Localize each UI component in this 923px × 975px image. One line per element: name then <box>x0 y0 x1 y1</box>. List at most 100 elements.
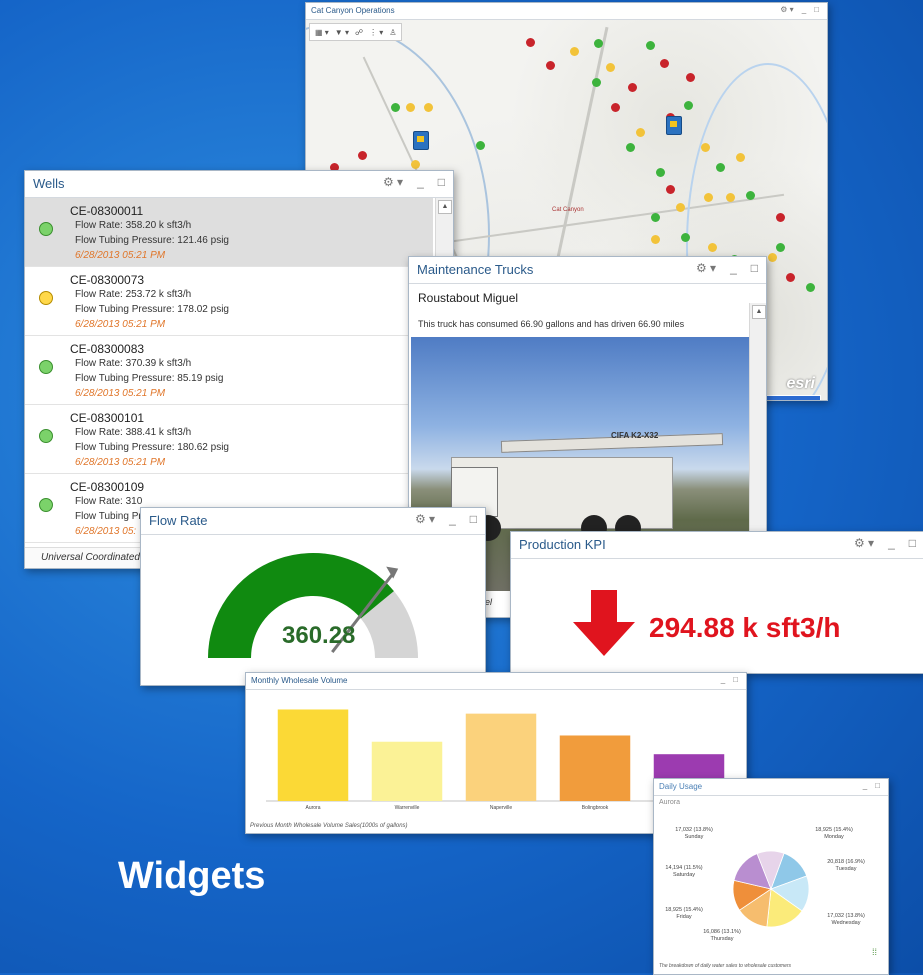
settings-icon[interactable]: ⚙ ▾ <box>780 5 793 14</box>
legend-toggle-icon[interactable]: ⁞⁞ <box>872 947 877 957</box>
minimize-icon[interactable]: _ <box>888 536 895 550</box>
well-marker-icon[interactable] <box>648 210 663 225</box>
settings-icon[interactable]: ⚙ ▾ <box>383 175 403 189</box>
list-item[interactable]: CE-08300083 Flow Rate: 370.39 k sft3/h F… <box>25 336 433 405</box>
truck-marker-icon[interactable] <box>666 116 682 135</box>
well-marker-icon[interactable] <box>765 250 780 265</box>
maximize-icon[interactable]: □ <box>909 536 916 550</box>
maximize-icon[interactable]: □ <box>751 261 758 275</box>
map-title: Cat Canyon Operations <box>311 6 395 15</box>
well-status-icon <box>36 357 56 377</box>
list-item[interactable]: CE-08300101 Flow Rate: 388.41 k sft3/h F… <box>25 405 433 474</box>
truck-name: Roustabout Miguel <box>418 291 519 305</box>
well-marker-icon[interactable] <box>803 280 818 295</box>
slice-day-label: Saturday <box>673 872 695 878</box>
well-marker-icon[interactable] <box>663 182 678 197</box>
layers-tool-icon[interactable]: ☍ <box>355 28 363 37</box>
slice-day-label: Tuesday <box>836 866 857 872</box>
well-marker-icon[interactable] <box>683 70 698 85</box>
locate-tool-icon[interactable]: ♙ <box>389 28 396 37</box>
well-marker-icon[interactable] <box>591 36 606 51</box>
minimize-icon[interactable]: _ <box>721 675 725 684</box>
maximize-icon[interactable]: □ <box>875 781 880 790</box>
well-marker-icon[interactable] <box>643 38 658 53</box>
well-marker-icon[interactable] <box>723 190 738 205</box>
well-flow: Flow Rate: 253.72 k sft3/h <box>75 289 192 300</box>
well-marker-icon[interactable] <box>678 230 693 245</box>
wells-list: CE-08300011 Flow Rate: 358.20 k sft3/h F… <box>25 198 435 548</box>
map-title-bar: Cat Canyon Operations ⚙ ▾ _ □ <box>306 3 827 20</box>
well-marker-icon[interactable] <box>355 148 370 163</box>
well-marker-icon[interactable] <box>589 75 604 90</box>
well-flow: Flow Rate: 310 <box>75 496 143 507</box>
minimize-icon[interactable]: _ <box>863 781 867 790</box>
settings-icon[interactable]: ⚙ ▾ <box>854 536 874 550</box>
well-marker-icon[interactable] <box>733 150 748 165</box>
well-marker-icon[interactable] <box>633 125 648 140</box>
settings-icon[interactable]: ⚙ ▾ <box>415 512 435 526</box>
well-marker-icon[interactable] <box>403 100 418 115</box>
basemap-tool-icon[interactable]: ▦ ▾ <box>315 28 329 37</box>
well-marker-icon[interactable] <box>698 140 713 155</box>
minimize-icon[interactable]: _ <box>730 261 737 275</box>
scroll-up-icon[interactable]: ▲ <box>438 200 452 214</box>
wholesale-title: Monthly Wholesale Volume <box>251 676 348 685</box>
well-marker-icon[interactable] <box>783 270 798 285</box>
well-marker-icon[interactable] <box>705 240 720 255</box>
well-marker-icon[interactable] <box>543 58 558 73</box>
kpi-window: Production KPI ⚙ ▾ _ □ 294.88 k sft3/h <box>510 531 923 674</box>
well-marker-icon[interactable] <box>648 232 663 247</box>
well-marker-icon[interactable] <box>608 100 623 115</box>
flow-value: 360.28 <box>282 622 356 649</box>
minimize-icon[interactable]: _ <box>449 512 456 526</box>
maximize-icon[interactable]: □ <box>470 512 477 526</box>
truck-text: CIFA K2-X32 <box>611 431 659 440</box>
well-marker-icon[interactable] <box>653 165 668 180</box>
well-status-icon <box>36 219 56 239</box>
minimize-icon[interactable]: _ <box>802 5 806 14</box>
list-item[interactable]: CE-08300011 Flow Rate: 358.20 k sft3/h F… <box>25 198 433 267</box>
flow-title-bar: Flow Rate ⚙ ▾ _ □ <box>141 508 485 535</box>
well-marker-icon[interactable] <box>421 100 436 115</box>
bar[interactable] <box>371 741 443 801</box>
truck-caption: el <box>485 597 493 607</box>
well-status-icon <box>36 495 56 515</box>
well-marker-icon[interactable] <box>473 138 488 153</box>
bar[interactable] <box>465 713 537 801</box>
filter-tool-icon[interactable]: ▼ ▾ <box>335 28 349 37</box>
truck-marker-icon[interactable] <box>413 131 429 150</box>
x-tick-label: Warrenville <box>395 805 420 811</box>
bar[interactable] <box>277 709 349 801</box>
well-marker-icon[interactable] <box>388 100 403 115</box>
well-marker-icon[interactable] <box>743 188 758 203</box>
well-marker-icon[interactable] <box>603 60 618 75</box>
list-item[interactable]: CE-08300073 Flow Rate: 253.72 k sft3/h F… <box>25 267 433 336</box>
well-marker-icon[interactable] <box>625 80 640 95</box>
maximize-icon[interactable]: □ <box>438 175 445 189</box>
maximize-icon[interactable]: □ <box>733 675 738 684</box>
kpi-title: Production KPI <box>519 537 606 552</box>
maximize-icon[interactable]: □ <box>814 5 819 14</box>
well-marker-icon[interactable] <box>623 140 638 155</box>
scroll-up-icon[interactable]: ▲ <box>752 305 766 319</box>
bar[interactable] <box>559 735 631 801</box>
well-marker-icon[interactable] <box>773 210 788 225</box>
minimize-icon[interactable]: _ <box>417 175 424 189</box>
well-marker-icon[interactable] <box>713 160 728 175</box>
well-id: CE-08300101 <box>70 411 145 425</box>
well-marker-icon[interactable] <box>673 200 688 215</box>
legend-tool-icon[interactable]: ⋮ ▾ <box>369 28 383 37</box>
well-marker-icon[interactable] <box>523 35 538 50</box>
flow-title: Flow Rate <box>149 513 208 528</box>
well-pressure: Flow Tubing Pressure: 180.62 psig <box>75 442 229 453</box>
well-marker-icon[interactable] <box>408 157 423 172</box>
slice-day-label: Friday <box>676 914 692 920</box>
well-marker-icon[interactable] <box>773 240 788 255</box>
well-marker-icon[interactable] <box>701 190 716 205</box>
well-marker-icon[interactable] <box>657 56 672 71</box>
well-marker-icon[interactable] <box>567 44 582 59</box>
well-marker-icon[interactable] <box>681 98 696 113</box>
settings-icon[interactable]: ⚙ ▾ <box>696 261 716 275</box>
well-status-icon <box>36 288 56 308</box>
slice-day-label: Thursday <box>711 936 734 942</box>
